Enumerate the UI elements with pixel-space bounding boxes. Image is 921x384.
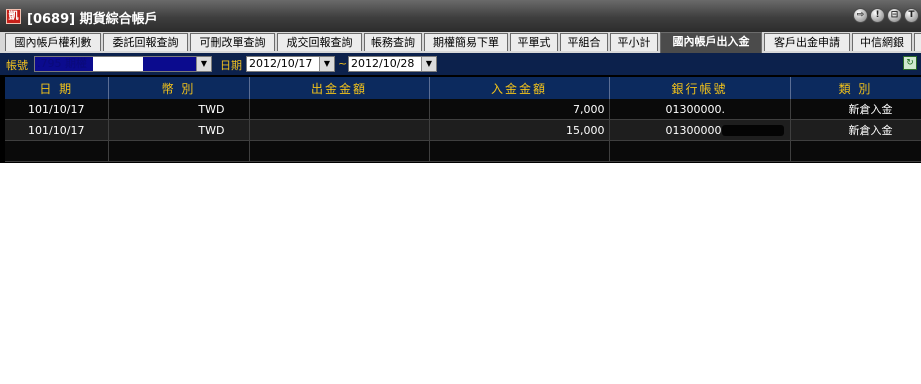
cell-date: 101/10/17: [5, 119, 109, 141]
col-header-withdraw-amount[interactable]: 出金金額: [249, 77, 430, 99]
cell-currency: TWD: [108, 99, 250, 120]
tab-domestic-account-equity[interactable]: 國內帳戶權利數: [5, 33, 101, 51]
chevron-down-icon[interactable]: ▼: [421, 57, 436, 71]
app-logo-icon: 凱: [6, 9, 21, 24]
tab-cancel-modify-query[interactable]: 可刪改單查詢: [190, 33, 275, 51]
table-header-row: 日 期 幣 別 出金金額 入金金額 銀行帳號 類 別: [5, 77, 921, 99]
app-window: 凱 [0689] 期貨綜合帳戶 ⇨ ! ⊟ T 國內帳戶權利數 委託回報查詢 可…: [0, 0, 921, 163]
filter-bar: 帳號 .795 期權 ▼ 日期 2012/10/17 ▼ ~ 2012/10/2…: [0, 53, 921, 75]
date-label: 日期: [220, 59, 242, 72]
tab-client-withdrawal-request[interactable]: 客戶出金申請: [764, 33, 850, 51]
col-header-currency[interactable]: 幣 別: [108, 77, 250, 99]
col-header-deposit-amount[interactable]: 入金金額: [429, 77, 610, 99]
cell-bank-account: [609, 140, 791, 162]
tab-account-query[interactable]: 帳務查詢: [364, 33, 422, 51]
cell-type: [790, 140, 921, 162]
table-row[interactable]: 101/10/17 TWD 15,000 01300000 新倉入金: [5, 119, 921, 141]
chevron-down-icon[interactable]: ▼: [319, 57, 334, 71]
date-to-value: 2012/10/28: [351, 57, 415, 70]
tab-ctbc-netbank[interactable]: 中信網銀: [852, 33, 912, 51]
tab-close-subtotal[interactable]: 平小計: [610, 33, 658, 51]
cell-deposit: [429, 140, 610, 162]
cell-currency: [108, 140, 250, 162]
cell-type: 新倉入金: [790, 99, 921, 120]
col-header-type[interactable]: 類 別: [790, 77, 921, 99]
tab-bar: 國內帳戶權利數 委託回報查詢 可刪改單查詢 成交回報查詢 帳務查詢 期權簡易下單…: [0, 32, 921, 53]
date-from-value: 2012/10/17: [249, 57, 313, 70]
cell-withdraw: [249, 140, 430, 162]
cell-type: 新倉入金: [790, 119, 921, 141]
table-row[interactable]: [5, 140, 921, 162]
chevron-down-icon[interactable]: ▼: [196, 57, 211, 71]
cell-date: [5, 140, 109, 162]
title-bar: 凱 [0689] 期貨綜合帳戶 ⇨ ! ⊟ T: [0, 0, 921, 32]
info-button[interactable]: !: [870, 8, 885, 23]
bank-account-value: 01300000: [665, 123, 722, 137]
tab-domestic-deposit-withdrawal[interactable]: 國內帳戶出入金: [660, 32, 762, 53]
tab-fill-report-query[interactable]: 成交回報查詢: [277, 33, 362, 51]
window-title: [0689] 期貨綜合帳戶: [27, 12, 158, 27]
minimize-button[interactable]: ⊟: [887, 8, 902, 23]
cell-currency: TWD: [108, 119, 250, 141]
account-label: 帳號: [6, 59, 28, 72]
col-header-date[interactable]: 日 期: [5, 77, 109, 99]
pin-button[interactable]: T: [904, 8, 919, 23]
bank-account-redaction: [721, 125, 784, 136]
date-to-picker[interactable]: 2012/10/28 ▼: [348, 56, 437, 72]
col-header-bank-account[interactable]: 銀行帳號: [609, 77, 791, 99]
table-row[interactable]: 101/10/17 TWD 7,000 01300000. 新倉入金: [5, 99, 921, 120]
cell-withdraw: [249, 99, 430, 120]
cell-bank-account: 01300000.: [609, 99, 791, 120]
refresh-icon[interactable]: ↻: [903, 56, 917, 70]
cell-date: 101/10/17: [5, 99, 109, 120]
tab-order-report-query[interactable]: 委託回報查詢: [103, 33, 188, 51]
tab-close-single[interactable]: 平單式: [510, 33, 558, 51]
cell-deposit: 7,000: [429, 99, 610, 120]
date-from-picker[interactable]: 2012/10/17 ▼: [246, 56, 335, 72]
date-range-separator: ~: [338, 57, 348, 70]
account-select[interactable]: .795 期權 ▼: [34, 56, 212, 72]
tab-options-quick-order[interactable]: 期權簡易下單: [424, 33, 508, 51]
cell-bank-account: 01300000: [609, 119, 791, 141]
deposit-withdrawal-table: 日 期 幣 別 出金金額 入金金額 銀行帳號 類 別 101/10/17 TWD…: [5, 77, 921, 162]
tab-close-combo[interactable]: 平組合: [560, 33, 608, 51]
account-value: .795 期權: [37, 57, 87, 70]
tab-overflow[interactable]: [914, 33, 921, 51]
link-button[interactable]: ⇨: [853, 8, 868, 23]
cell-withdraw: [249, 119, 430, 141]
cell-deposit: 15,000: [429, 119, 610, 141]
bank-account-value: 01300000.: [665, 102, 726, 116]
